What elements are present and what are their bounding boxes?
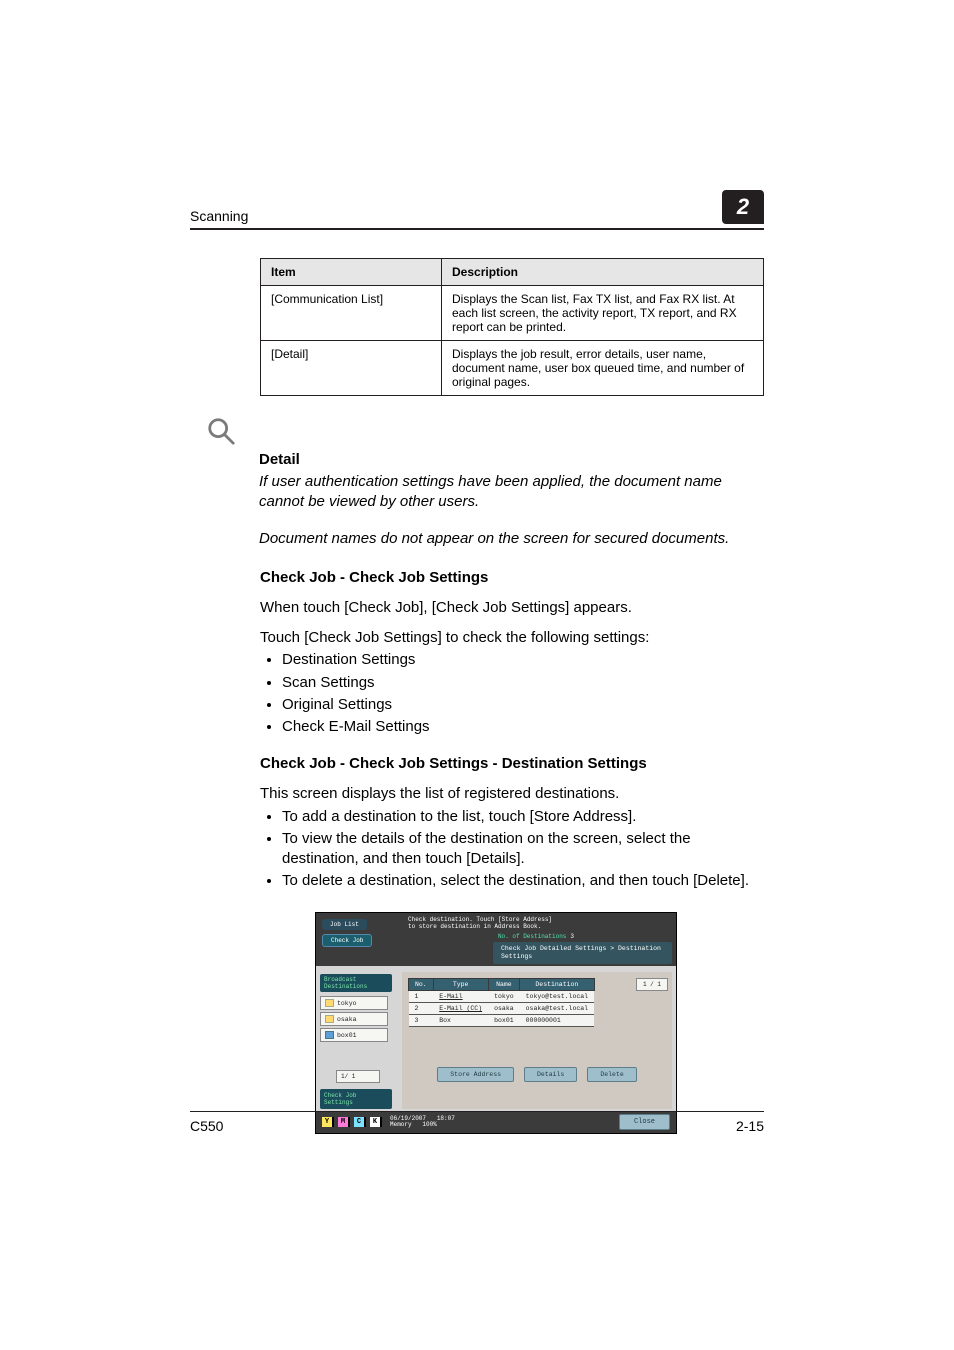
destination-table: No. Type Name Destination 1 E-Mail tokyo… [408, 978, 595, 1027]
device-screenshot: Job List Check Job Check destination. To… [315, 912, 677, 1135]
header-rule [190, 228, 764, 230]
td-no: 3 [409, 1015, 434, 1027]
td-name: osaka [488, 1003, 520, 1015]
list-item: Check E-Mail Settings [282, 717, 764, 737]
bullet-list: To add a destination to the list, touch … [260, 807, 764, 892]
table-row[interactable]: 3 Box box01 000000001 [409, 1015, 595, 1027]
group-item-label: tokyo [337, 1000, 357, 1007]
tab-job-list[interactable]: Job List [322, 919, 367, 930]
list-item: Destination Settings [282, 650, 764, 670]
list-item: Original Settings [282, 695, 764, 715]
td-dest: tokyo@test.local [520, 991, 594, 1003]
list-item: To add a destination to the list, touch … [282, 807, 764, 827]
list-item: To delete a destination, select the dest… [282, 871, 764, 891]
td-desc: Displays the job result, error details, … [442, 341, 764, 396]
dest-count-label: No. of Destinations [498, 933, 566, 941]
page-indicator-right: 1 / 1 [636, 978, 668, 991]
broadcast-destinations-button[interactable]: Broadcast Destinations [320, 974, 392, 992]
th-item: Item [261, 259, 442, 286]
td-name: box01 [488, 1015, 520, 1027]
td-dest: osaka@test.local [520, 1003, 594, 1015]
td-name: tokyo [488, 991, 520, 1003]
details-button[interactable]: Details [524, 1067, 577, 1082]
table-row: [Communication List] Displays the Scan l… [261, 286, 764, 341]
box-icon [325, 1031, 334, 1039]
paragraph: This screen displays the list of registe… [260, 784, 764, 804]
paragraph: Touch [Check Job Settings] to check the … [260, 628, 764, 648]
header-section-label: Scanning [190, 208, 248, 224]
td-type: Box [433, 1015, 488, 1027]
bullet-list: Destination Settings Scan Settings Origi… [260, 650, 764, 737]
list-item[interactable]: box01 [320, 1028, 388, 1042]
mail-icon [325, 999, 334, 1007]
dest-count-value: 3 [566, 933, 574, 941]
td-type: E-Mail [433, 991, 488, 1003]
prompt-line: Check destination. Touch [Store Address] [408, 916, 672, 924]
th-type: Type [433, 979, 488, 991]
detail-heading: Detail [259, 451, 764, 468]
subheading: Check Job - Check Job Settings [260, 569, 764, 586]
subheading: Check Job - Check Job Settings - Destina… [260, 755, 764, 772]
td-item: [Detail] [261, 341, 442, 396]
group-item-label: osaka [337, 1016, 357, 1023]
delete-button[interactable]: Delete [587, 1067, 636, 1082]
info-table: Item Description [Communication List] Di… [260, 258, 764, 396]
page-indicator-left: 1/ 1 [336, 1070, 380, 1083]
list-item[interactable]: tokyo [320, 996, 388, 1010]
th-no: No. [409, 979, 434, 991]
detail-paragraph: Document names do not appear on the scre… [259, 529, 764, 549]
magnifier-icon [206, 416, 764, 451]
breadcrumb: Check Job Detailed Settings > Destinatio… [493, 942, 672, 964]
td-item: [Communication List] [261, 286, 442, 341]
prompt-line: to store destination in Address Book. [408, 923, 672, 931]
td-no: 1 [409, 991, 434, 1003]
paragraph: When touch [Check Job], [Check Job Setti… [260, 598, 764, 618]
td-no: 2 [409, 1003, 434, 1015]
td-desc: Displays the Scan list, Fax TX list, and… [442, 286, 764, 341]
list-item: To view the details of the destination o… [282, 829, 764, 870]
store-address-button[interactable]: Store Address [437, 1067, 514, 1082]
th-name: Name [488, 979, 520, 991]
table-row: [Detail] Displays the job result, error … [261, 341, 764, 396]
list-item: Scan Settings [282, 673, 764, 693]
footer-model: C550 [190, 1118, 223, 1134]
table-row[interactable]: 1 E-Mail tokyo tokyo@test.local [409, 991, 595, 1003]
tab-check-job[interactable]: Check Job [322, 934, 372, 947]
footer-page-number: 2-15 [736, 1118, 764, 1134]
th-description: Description [442, 259, 764, 286]
td-type: E-Mail (CC) [433, 1003, 488, 1015]
check-job-settings-button[interactable]: Check Job Settings [320, 1089, 392, 1109]
chapter-badge: 2 [722, 190, 764, 224]
mail-icon [325, 1015, 334, 1023]
group-item-label: box01 [337, 1032, 357, 1039]
list-item[interactable]: osaka [320, 1012, 388, 1026]
td-dest: 000000001 [520, 1015, 594, 1027]
table-row[interactable]: 2 E-Mail (CC) osaka osaka@test.local [409, 1003, 595, 1015]
detail-paragraph: If user authentication settings have bee… [259, 472, 764, 513]
th-dest: Destination [520, 979, 594, 991]
